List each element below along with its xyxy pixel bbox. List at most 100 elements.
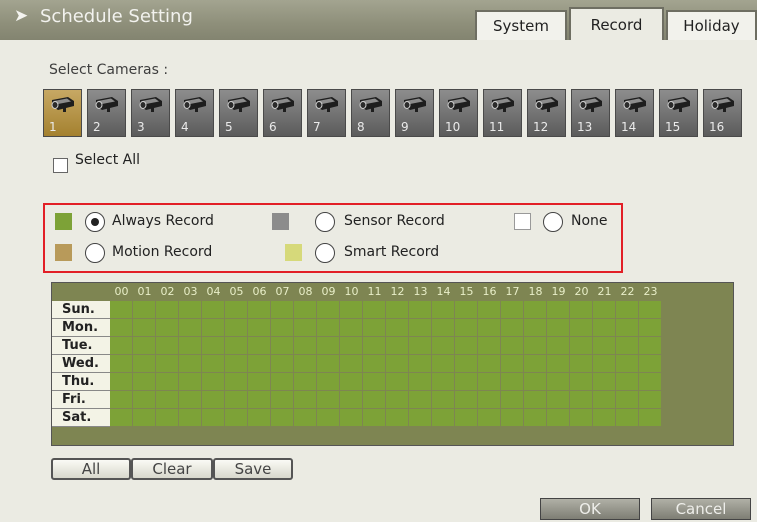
schedule-cell[interactable] (202, 337, 224, 354)
camera-button-15[interactable]: 15 (659, 89, 698, 137)
schedule-cell[interactable] (570, 355, 592, 372)
schedule-cell[interactable] (432, 409, 454, 426)
schedule-cell[interactable] (616, 391, 638, 408)
none-radio[interactable] (543, 212, 563, 232)
schedule-cell[interactable] (179, 409, 201, 426)
schedule-cell[interactable] (432, 355, 454, 372)
schedule-cell[interactable] (363, 391, 385, 408)
schedule-cell[interactable] (639, 319, 661, 336)
schedule-cell[interactable] (547, 355, 569, 372)
schedule-cell[interactable] (340, 337, 362, 354)
schedule-cell[interactable] (386, 337, 408, 354)
schedule-cell[interactable] (202, 301, 224, 318)
schedule-cell[interactable] (271, 355, 293, 372)
schedule-cell[interactable] (317, 319, 339, 336)
schedule-cell[interactable] (294, 355, 316, 372)
schedule-cell[interactable] (386, 301, 408, 318)
schedule-cell[interactable] (570, 391, 592, 408)
day-label[interactable]: Sun. (52, 301, 110, 319)
schedule-cell[interactable] (133, 337, 155, 354)
schedule-cell[interactable] (432, 391, 454, 408)
schedule-cell[interactable] (478, 319, 500, 336)
schedule-cell[interactable] (455, 337, 477, 354)
schedule-cell[interactable] (386, 355, 408, 372)
tab-record[interactable]: Record (569, 7, 664, 41)
schedule-cell[interactable] (409, 319, 431, 336)
schedule-cell[interactable] (478, 337, 500, 354)
schedule-cell[interactable] (294, 337, 316, 354)
schedule-cell[interactable] (570, 301, 592, 318)
schedule-cell[interactable] (409, 355, 431, 372)
schedule-cell[interactable] (616, 301, 638, 318)
schedule-cell[interactable] (363, 355, 385, 372)
schedule-cell[interactable] (110, 337, 132, 354)
schedule-cell[interactable] (156, 373, 178, 390)
schedule-cell[interactable] (547, 337, 569, 354)
schedule-cell[interactable] (133, 355, 155, 372)
camera-button-8[interactable]: 8 (351, 89, 390, 137)
schedule-cell[interactable] (593, 301, 615, 318)
schedule-cell[interactable] (432, 337, 454, 354)
schedule-cell[interactable] (340, 355, 362, 372)
schedule-cell[interactable] (225, 373, 247, 390)
camera-button-13[interactable]: 13 (571, 89, 610, 137)
schedule-cell[interactable] (225, 319, 247, 336)
schedule-cell[interactable] (432, 319, 454, 336)
schedule-cell[interactable] (133, 391, 155, 408)
schedule-cell[interactable] (409, 337, 431, 354)
schedule-cell[interactable] (478, 355, 500, 372)
schedule-cell[interactable] (202, 391, 224, 408)
camera-button-3[interactable]: 3 (131, 89, 170, 137)
schedule-cell[interactable] (616, 355, 638, 372)
schedule-cell[interactable] (271, 409, 293, 426)
schedule-cell[interactable] (110, 355, 132, 372)
schedule-cell[interactable] (593, 355, 615, 372)
schedule-cell[interactable] (639, 391, 661, 408)
schedule-cell[interactable] (248, 337, 270, 354)
day-label[interactable]: Thu. (52, 373, 110, 391)
schedule-cell[interactable] (524, 319, 546, 336)
schedule-cell[interactable] (455, 355, 477, 372)
schedule-cell[interactable] (409, 409, 431, 426)
schedule-cell[interactable] (133, 373, 155, 390)
schedule-cell[interactable] (340, 319, 362, 336)
schedule-cell[interactable] (386, 373, 408, 390)
schedule-cell[interactable] (248, 355, 270, 372)
schedule-cell[interactable] (294, 301, 316, 318)
schedule-cell[interactable] (110, 409, 132, 426)
schedule-cell[interactable] (524, 355, 546, 372)
schedule-cell[interactable] (547, 301, 569, 318)
schedule-cell[interactable] (248, 373, 270, 390)
tab-holiday[interactable]: Holiday (666, 10, 757, 40)
schedule-cell[interactable] (179, 337, 201, 354)
schedule-cell[interactable] (156, 409, 178, 426)
schedule-cell[interactable] (133, 301, 155, 318)
schedule-cell[interactable] (478, 373, 500, 390)
schedule-cell[interactable] (294, 409, 316, 426)
schedule-cell[interactable] (363, 337, 385, 354)
smart-record-radio[interactable] (315, 243, 335, 263)
schedule-cell[interactable] (639, 301, 661, 318)
schedule-cell[interactable] (133, 409, 155, 426)
schedule-cell[interactable] (156, 337, 178, 354)
schedule-cell[interactable] (248, 391, 270, 408)
schedule-cell[interactable] (294, 373, 316, 390)
camera-button-5[interactable]: 5 (219, 89, 258, 137)
schedule-cell[interactable] (616, 337, 638, 354)
schedule-cell[interactable] (156, 319, 178, 336)
schedule-cell[interactable] (524, 301, 546, 318)
schedule-cell[interactable] (409, 391, 431, 408)
schedule-cell[interactable] (363, 409, 385, 426)
schedule-cell[interactable] (593, 337, 615, 354)
camera-button-9[interactable]: 9 (395, 89, 434, 137)
schedule-cell[interactable] (294, 391, 316, 408)
schedule-cell[interactable] (179, 301, 201, 318)
clear-button[interactable]: Clear (131, 458, 213, 480)
schedule-cell[interactable] (248, 409, 270, 426)
schedule-cell[interactable] (593, 409, 615, 426)
schedule-cell[interactable] (225, 409, 247, 426)
schedule-cell[interactable] (478, 391, 500, 408)
camera-button-1[interactable]: 1 (43, 89, 82, 137)
schedule-cell[interactable] (639, 355, 661, 372)
schedule-cell[interactable] (570, 409, 592, 426)
